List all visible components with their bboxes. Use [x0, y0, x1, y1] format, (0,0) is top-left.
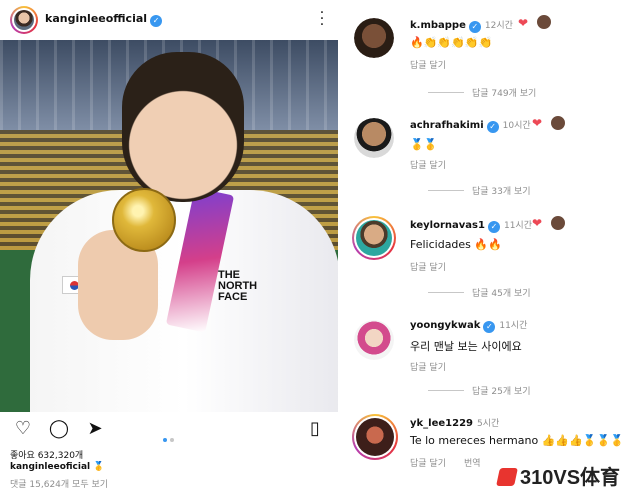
author-liked-heart-icon: ❤ — [532, 216, 543, 230]
author-mini-avatar — [550, 115, 566, 131]
commenter-avatar[interactable] — [352, 216, 396, 260]
commenter-username[interactable]: yoongykwak ✓ 11시간 — [410, 318, 527, 333]
post-photo[interactable]: THE NORTH FACE — [0, 40, 338, 412]
reply-button[interactable]: 답글 달기 — [410, 158, 446, 171]
commenter-avatar[interactable] — [354, 118, 394, 158]
author-mini-avatar — [550, 215, 566, 231]
verified-badge-icon: ✓ — [487, 221, 500, 233]
like-heart-icon[interactable]: ♡ — [12, 418, 34, 440]
reply-button[interactable]: 답글 달기 — [410, 456, 446, 469]
photo-person-head — [122, 52, 244, 202]
commenter-avatar[interactable] — [352, 414, 398, 460]
verified-badge-icon: ✓ — [150, 15, 163, 27]
commenter-avatar[interactable] — [354, 18, 394, 58]
view-replies-link[interactable]: 답글 25개 보기 — [428, 384, 531, 397]
more-options-icon[interactable]: · · · — [316, 6, 328, 32]
post-caption: kanginleeoficial 🥇 — [10, 462, 105, 472]
author-liked-heart-icon: ❤ — [532, 116, 543, 130]
like-count[interactable]: 좋아요 632,320개 — [10, 448, 83, 461]
post-author-username[interactable]: kanginleeofficial ✓ — [45, 12, 163, 27]
author-mini-avatar — [536, 14, 552, 30]
comments-panel: k.mbappe ✓ 12시간 ❤ 🔥👏👏👏👏👏 답글 달기 답글 749개 보기 … — [342, 0, 640, 492]
commenter-username[interactable]: yk_lee1229 5시간 — [410, 416, 499, 429]
commenter-username[interactable]: k.mbappe ✓ 12시간 — [410, 18, 513, 33]
gold-medal — [112, 188, 176, 252]
post-action-bar: ♡ ◯ ➤ ▯ — [0, 418, 338, 444]
bookmark-icon[interactable]: ▯ — [304, 418, 326, 440]
author-liked-heart-icon: ❤ — [518, 16, 529, 30]
comment-text: 🥇🥇 — [410, 138, 438, 151]
comment-text: Te lo mereces hermano 👍👍👍🥇🥇🥇 — [410, 434, 624, 447]
verified-badge-icon: ✓ — [483, 321, 496, 333]
carousel-indicator — [163, 427, 177, 446]
comment-text: 🔥👏👏👏👏👏 — [410, 36, 493, 49]
view-replies-link[interactable]: 답글 749개 보기 — [428, 86, 536, 99]
reply-button[interactable]: 답글 달기 — [410, 260, 446, 273]
reply-button[interactable]: 답글 달기 — [410, 360, 446, 373]
verified-badge-icon: ✓ — [468, 21, 481, 33]
translate-button[interactable]: 번역 — [464, 456, 481, 469]
view-replies-link[interactable]: 답글 45개 보기 — [428, 286, 531, 299]
verified-badge-icon: ✓ — [486, 121, 499, 133]
view-all-comments-link[interactable]: 댓글 15,624개 모두 보기 — [10, 477, 108, 490]
commenter-username[interactable]: achrafhakimi ✓ 10시간 — [410, 118, 531, 133]
commenter-avatar[interactable] — [354, 320, 394, 360]
comment-text: 우리 맨날 보는 사이에요 — [410, 340, 522, 353]
watermark-logo: 310VS体育 — [496, 461, 640, 489]
comment-text: Felicidades 🔥🔥 — [410, 238, 502, 251]
commenter-username[interactable]: keylornavas1 ✓ 11시간 — [410, 218, 532, 233]
reply-button[interactable]: 답글 달기 — [410, 58, 446, 71]
instagram-post: kanginleeofficial ✓ · · · THE NORTH FACE ♡ ◯ … — [0, 0, 338, 492]
post-header: kanginleeofficial ✓ · · · — [0, 0, 338, 40]
watermark-icon — [496, 468, 518, 486]
post-author-avatar[interactable] — [10, 6, 38, 34]
view-replies-link[interactable]: 답글 33개 보기 — [428, 184, 531, 197]
comment-bubble-icon[interactable]: ◯ — [48, 418, 70, 440]
share-send-icon[interactable]: ➤ — [84, 418, 106, 440]
brand-logo: THE NORTH FACE — [218, 269, 258, 303]
